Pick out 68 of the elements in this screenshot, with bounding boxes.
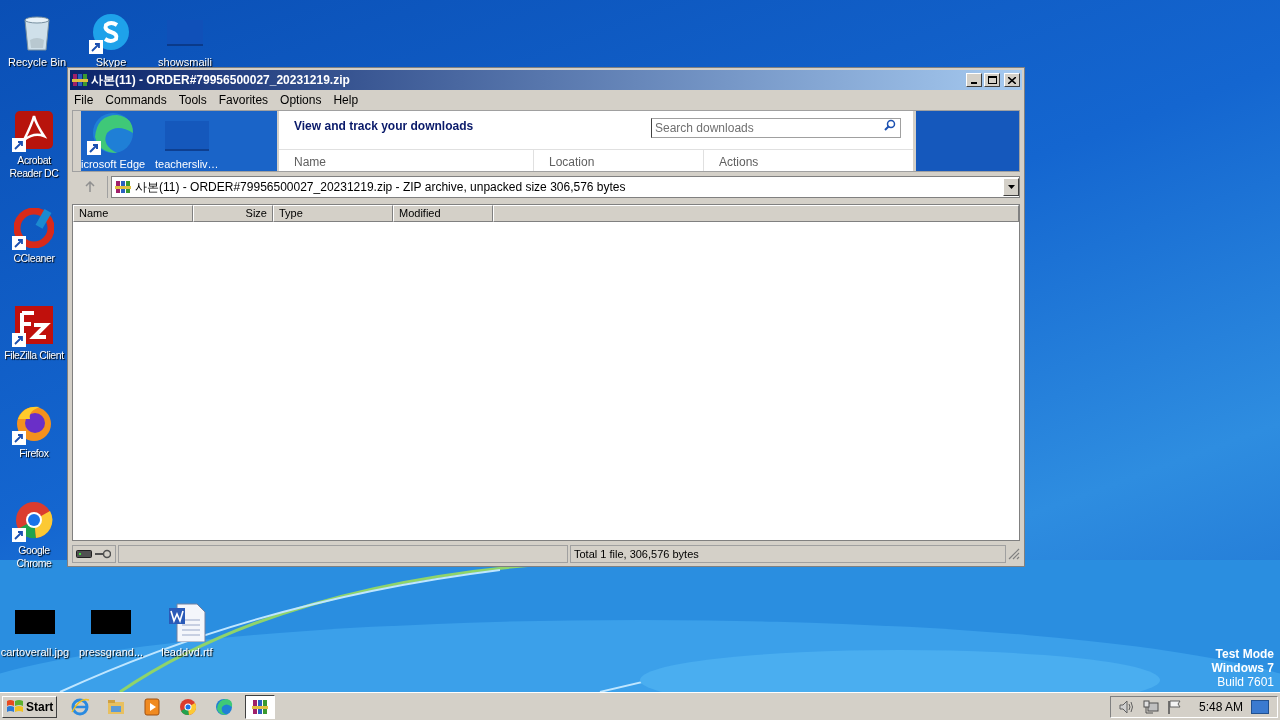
minimize-icon: [971, 82, 977, 84]
show-desktop-icon[interactable]: [1251, 699, 1269, 714]
play-icon: [142, 696, 163, 717]
menu-item[interactable]: Commands: [105, 91, 167, 109]
menu-item[interactable]: Tools: [178, 91, 207, 109]
windows-logo-icon: [6, 698, 24, 715]
brush-icon[interactable]: [14, 208, 54, 248]
maximize-icon: [987, 76, 997, 84]
file-icon: [165, 121, 209, 151]
column-header: Name: [293, 154, 327, 171]
start-button[interactable]: Start: [2, 695, 58, 718]
window-title: 사본(11) - ORDER#79956500027_20231219.zip: [91, 72, 350, 89]
close-icon: [1008, 76, 1016, 84]
speaker-icon: [1118, 699, 1135, 714]
up-arrow-icon: [84, 181, 95, 193]
icon-label: Recycle Bin: [7, 56, 67, 69]
maximize-button[interactable]: [984, 73, 1000, 87]
word-document-icon[interactable]: [167, 602, 207, 642]
drive-icon: [76, 550, 92, 558]
icon-label: showsmaili: [158, 56, 212, 69]
icon-label: CCleaner: [12, 252, 56, 265]
books-icon: [72, 72, 88, 88]
menu-item[interactable]: File: [74, 91, 94, 109]
status-text: Total 1 file, 306,576 bytes: [574, 546, 699, 562]
column-header: Location: [533, 150, 703, 171]
column-header[interactable]: Modified: [393, 205, 493, 222]
os-info-text: Test Mode: [1215, 647, 1274, 661]
chrome-wheel-icon[interactable]: [14, 500, 54, 540]
search-icon: [884, 119, 896, 131]
os-info-text: Build 7601: [1217, 675, 1274, 689]
icon-label: Acrobat Reader DC: [8, 154, 60, 180]
chrome-wheel-icon: [178, 696, 199, 717]
icon-label: icrosoft Edge: [81, 157, 146, 171]
menu-item[interactable]: Favorites: [218, 91, 269, 109]
column-header[interactable]: Type: [273, 205, 393, 222]
document-icon[interactable]: [14, 110, 54, 150]
browser-e-icon: [70, 696, 91, 717]
column-header: Actions: [703, 150, 913, 171]
flag-icon: [1166, 699, 1183, 714]
letter-tile-icon[interactable]: [14, 305, 54, 345]
close-button[interactable]: [1004, 73, 1020, 87]
os-info-text: Windows 7: [1211, 661, 1274, 675]
key-icon: [95, 549, 111, 559]
column-header[interactable]: Size: [193, 205, 273, 222]
menu-item[interactable]: Help: [333, 91, 359, 109]
icon-label: pressgrand...: [78, 646, 144, 659]
network-icon: [1142, 699, 1159, 714]
minimize-button[interactable]: [966, 73, 982, 87]
downloads-heading: View and track your downloads: [294, 118, 474, 135]
icon-label: teachersliv…: [155, 157, 219, 171]
icon-label: Google Chrome: [15, 544, 53, 570]
icon-label: Skype: [95, 56, 127, 69]
edge-wave-icon: [214, 696, 235, 717]
column-header[interactable]: Name: [73, 205, 193, 222]
taskbar-button[interactable]: [245, 694, 276, 719]
icon-label: cartoverall.jpg: [0, 646, 70, 659]
skype-logo-icon[interactable]: [91, 12, 131, 52]
icon-label: Firefox: [18, 447, 50, 460]
resize-grip-icon: [1008, 548, 1020, 560]
clock-time[interactable]: 5:48 AM: [1198, 697, 1243, 716]
icon-label: FileZilla Client: [3, 349, 65, 362]
caret-icon: [1007, 185, 1015, 189]
search-field[interactable]: Search downloads: [651, 118, 901, 138]
address-combobox[interactable]: 사본(11) - ORDER#79956500027_20231219.zip - ZIP archive, unpacked size 306,576 bytes: [111, 176, 1020, 198]
dropdown-button[interactable]: [1003, 178, 1019, 196]
address-text: 사본(11) - ORDER#79956500027_20231219.zip - ZIP archive, unpacked size 306,576 bytes: [135, 179, 626, 196]
menu-item[interactable]: Options: [280, 91, 322, 109]
books-icon: [115, 179, 131, 195]
